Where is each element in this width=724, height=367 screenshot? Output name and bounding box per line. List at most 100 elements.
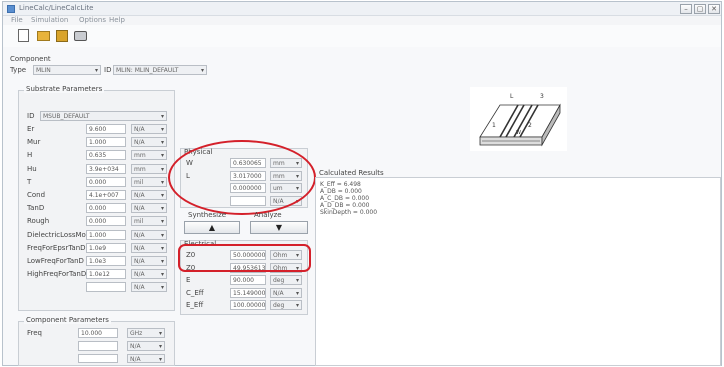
param-extra-input-2[interactable] xyxy=(78,354,118,363)
electrical-param-value[interactable]: 15.149000 xyxy=(230,287,266,298)
electrical-param-label: E_Eff xyxy=(186,301,204,309)
substrate-param-label: HighFreqForTanD xyxy=(27,270,87,279)
window-title: LineCalc/LineCalcLite xyxy=(19,4,94,12)
substrate-param-label: Hu xyxy=(27,164,37,173)
type-label: Type xyxy=(10,66,27,74)
microstrip-drawing: L W 3 1 2 xyxy=(479,93,561,147)
diagram-label-l: L xyxy=(510,93,514,100)
close-button[interactable]: ✕ xyxy=(708,4,720,14)
substrate-param-unit[interactable]: N/A xyxy=(131,282,167,293)
substrate-param-unit[interactable]: mil xyxy=(131,176,167,187)
analyze-label: Analyze xyxy=(254,211,282,219)
substrate-param-unit[interactable]: mil xyxy=(131,216,167,227)
param-extra-unit-2[interactable]: N/A xyxy=(127,354,165,363)
substrate-param-label: T xyxy=(27,177,32,186)
component-title: Component xyxy=(10,55,51,63)
substrate-id-dropdown[interactable]: MSUB_DEFAULT xyxy=(40,111,167,121)
freq-input[interactable]: 10.000 xyxy=(78,328,118,338)
result-line: K_Eff = 6.498 xyxy=(320,181,361,188)
diagram-label-w: W xyxy=(516,130,521,136)
result-line: SkinDepth = 0.000 xyxy=(320,209,378,216)
electrical-param-label: E xyxy=(186,276,191,284)
substrate-param-unit[interactable]: mm xyxy=(131,163,167,174)
menu-file[interactable]: File xyxy=(11,16,23,24)
diagram-label-1: 1 xyxy=(492,122,496,129)
save-icon[interactable] xyxy=(56,30,68,42)
param-extra-input-1[interactable] xyxy=(78,341,118,351)
physical-highlight-ellipse xyxy=(168,140,316,215)
param-extra-unit-1[interactable]: N/A xyxy=(127,341,165,351)
menu-options[interactable]: Options xyxy=(79,16,106,24)
menu-bar: File Simulation Options Help xyxy=(3,16,721,25)
electrical-param-value[interactable]: 100.000000 xyxy=(230,300,266,310)
substrate-param-value[interactable]: 0.000 xyxy=(86,203,126,214)
substrate-param-value[interactable]: 1.0e3 xyxy=(86,256,126,266)
substrate-param-label: H xyxy=(27,151,33,160)
substrate-param-value[interactable]: 1.0e9 xyxy=(86,242,126,253)
result-line: A_D_DB = 0.000 xyxy=(320,202,370,209)
freq-label: Freq xyxy=(27,329,42,337)
result-line: A_DB = 0.000 xyxy=(320,188,362,195)
electrical-param-unit[interactable]: deg xyxy=(270,275,302,285)
electrical-param-value[interactable]: 90.000 xyxy=(230,275,266,285)
freq-unit-dropdown[interactable]: GHz xyxy=(127,328,165,338)
substrate-param-value[interactable]: 0.000 xyxy=(86,176,126,187)
open-folder-icon[interactable] xyxy=(37,31,50,41)
substrate-param-value[interactable] xyxy=(86,282,126,293)
electrical-highlight-box xyxy=(178,244,311,272)
substrate-param-value[interactable]: 9.600 xyxy=(86,124,126,134)
electrical-param-unit[interactable]: deg xyxy=(270,300,302,310)
substrate-param-value[interactable]: 1.000 xyxy=(86,229,126,240)
substrate-param-value[interactable]: 0.635 xyxy=(86,150,126,161)
substrate-param-value[interactable]: 0.000 xyxy=(86,216,126,227)
substrate-param-unit[interactable]: mm xyxy=(131,150,167,161)
diagram-label-2: 2 xyxy=(528,122,532,129)
substrate-id-label: ID xyxy=(27,112,35,120)
substrate-param-unit[interactable]: N/A xyxy=(131,256,167,266)
substrate-param-unit[interactable]: N/A xyxy=(131,203,167,214)
substrate-param-label: TanD xyxy=(27,204,45,213)
menu-simulation[interactable]: Simulation xyxy=(31,16,68,24)
substrate-param-label: Mur xyxy=(27,138,41,147)
substrate-param-unit[interactable]: N/A xyxy=(131,229,167,240)
substrate-param-unit[interactable]: N/A xyxy=(131,137,167,148)
substrate-param-label: Cond xyxy=(27,191,46,199)
substrate-param-value[interactable]: 1.000 xyxy=(86,137,126,148)
substrate-param-label: LowFreqForTanD xyxy=(27,257,84,265)
results-panel: K_Eff = 6.498 A_DB = 0.000 A_C_DB = 0.000 A… xyxy=(315,177,721,366)
app-icon xyxy=(7,5,15,13)
synthesize-label: Synthesize xyxy=(188,211,227,219)
substrate-param-value[interactable]: 1.0e12 xyxy=(86,269,126,280)
menu-help[interactable]: Help xyxy=(109,16,125,24)
arrow-up-icon: ▲ xyxy=(208,223,216,232)
substrate-param-label: Er xyxy=(27,125,35,133)
type-dropdown[interactable]: MLIN xyxy=(33,65,101,75)
arrow-down-icon: ▼ xyxy=(275,223,283,232)
component-id-dropdown[interactable]: MLIN: MLIN_DEFAULT xyxy=(113,65,207,75)
substrate-param-unit[interactable]: N/A xyxy=(131,190,167,200)
electrical-param-unit[interactable]: N/A xyxy=(270,287,302,298)
print-icon[interactable] xyxy=(74,31,87,41)
substrate-param-unit[interactable]: N/A xyxy=(131,269,167,280)
substrate-param-value[interactable]: 3.9e+034 xyxy=(86,163,126,174)
toolbar xyxy=(3,25,721,47)
title-bar: LineCalc/LineCalcLite – ▢ ✕ xyxy=(3,2,721,16)
maximize-button[interactable]: ▢ xyxy=(694,4,706,14)
new-file-icon[interactable] xyxy=(18,29,29,42)
substrate-param-label: FreqForEpsrTanD xyxy=(27,243,86,252)
substrate-title: Substrate Parameters xyxy=(24,85,105,93)
diagram-label-3: 3 xyxy=(540,93,544,100)
substrate-param-unit[interactable]: N/A xyxy=(131,242,167,253)
microstrip-diagram: L W 3 1 2 xyxy=(470,87,567,151)
substrate-param-label: Rough xyxy=(27,217,50,226)
substrate-param-value[interactable]: 4.1e+007 xyxy=(86,190,126,200)
substrate-param-unit[interactable]: N/A xyxy=(131,124,167,134)
component-id-label: ID xyxy=(104,66,112,74)
component-params-title: Component Parameters xyxy=(24,316,111,324)
result-line: A_C_DB = 0.000 xyxy=(320,195,370,202)
results-title: Calculated Results xyxy=(319,169,384,177)
analyze-button[interactable]: ▼ xyxy=(250,221,308,234)
minimize-button[interactable]: – xyxy=(680,4,692,14)
electrical-param-label: C_Eff xyxy=(186,288,204,297)
synthesize-button[interactable]: ▲ xyxy=(184,221,240,234)
